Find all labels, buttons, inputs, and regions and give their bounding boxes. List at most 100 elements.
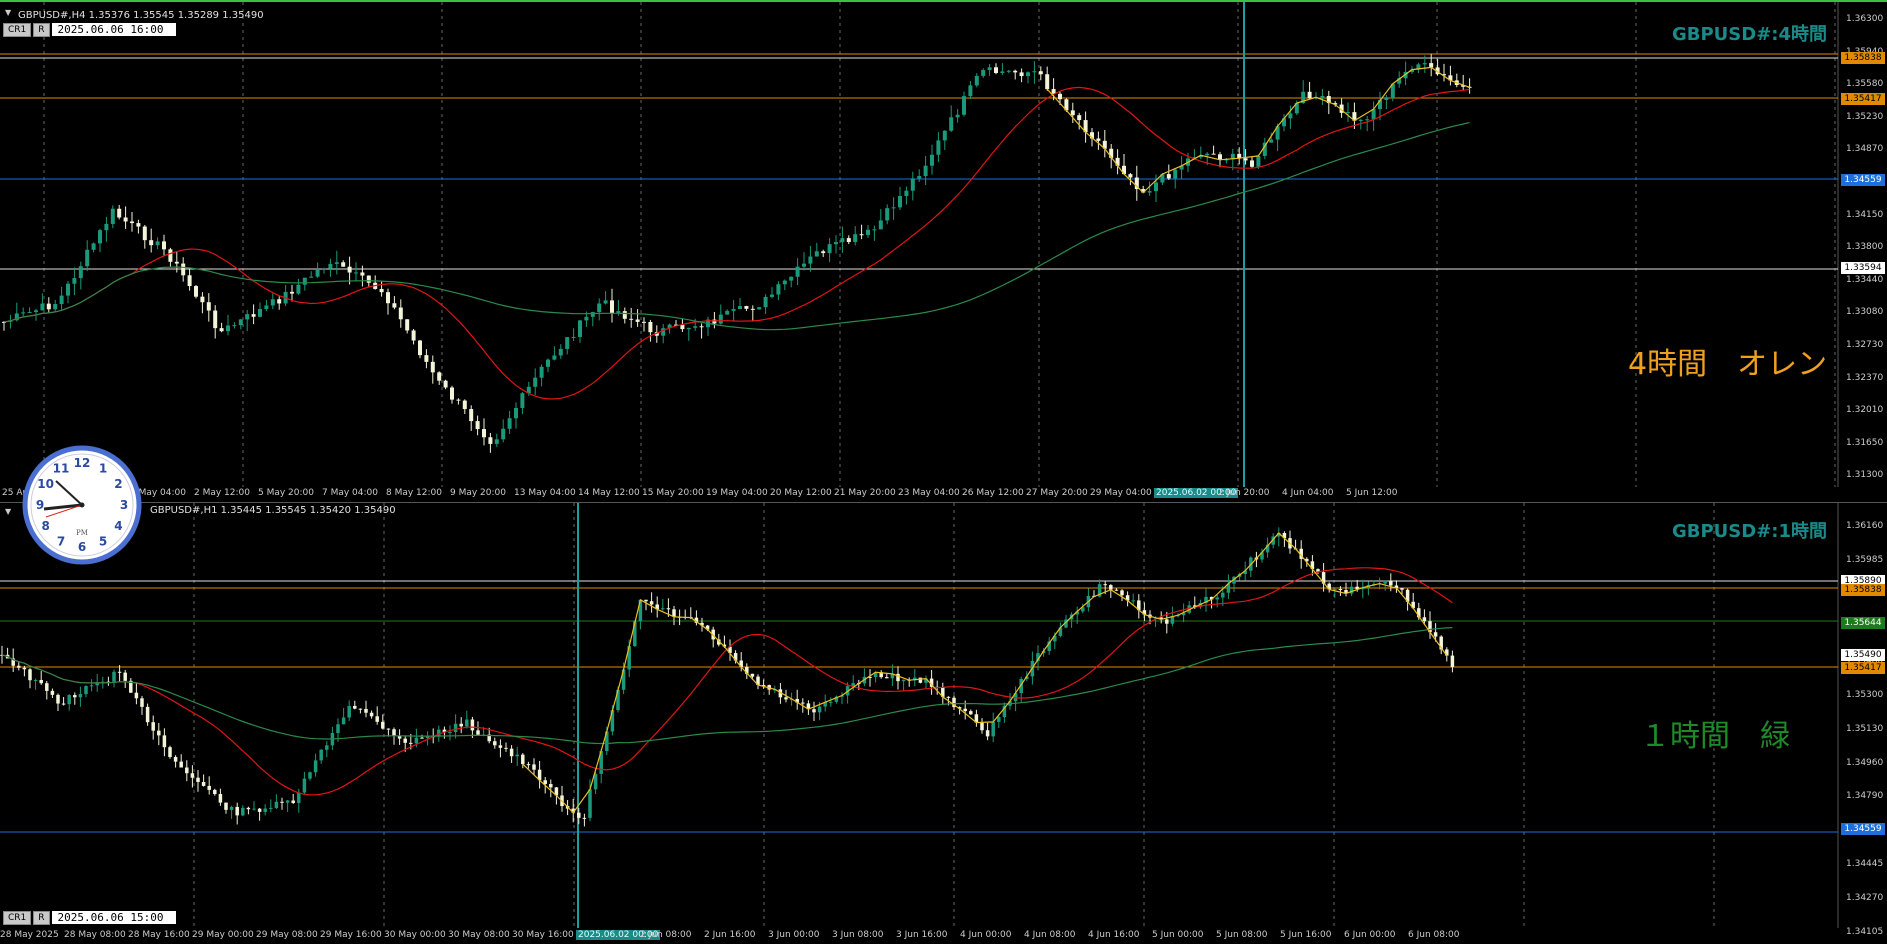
- candle-body: [1422, 63, 1427, 65]
- candle-body: [686, 327, 691, 330]
- price-tag: 1.35417: [1841, 662, 1885, 674]
- candle-body: [213, 789, 217, 795]
- candle-body: [1077, 115, 1082, 121]
- h4-chart-pane[interactable]: ▼ GBPUSD#,H4 1.35376 1.35545 1.35289 1.3…: [0, 0, 1887, 500]
- candle-body: [336, 724, 340, 734]
- candle-body: [302, 778, 307, 793]
- candle-body: [901, 679, 906, 682]
- candle-body: [1019, 72, 1024, 77]
- candle-body: [17, 665, 21, 668]
- candle-body: [936, 140, 941, 155]
- candle-body: [84, 686, 88, 695]
- candle-body: [898, 196, 902, 208]
- candle-body: [145, 706, 150, 723]
- candle-body: [878, 220, 883, 230]
- candle-body: [1026, 72, 1030, 77]
- clock-number: 2: [114, 477, 122, 491]
- clock-number: 7: [57, 534, 65, 548]
- price-tag: 1.35490: [1841, 649, 1885, 661]
- candle-body: [1307, 91, 1312, 99]
- candle-body: [588, 789, 592, 818]
- candle-body: [549, 784, 553, 788]
- candle-body: [104, 223, 109, 231]
- candle-body: [969, 711, 973, 715]
- h1-date-box[interactable]: 2025.06.06 15:00: [51, 911, 176, 924]
- candle-body: [218, 794, 223, 803]
- candle-body: [994, 67, 998, 74]
- h4-chart-canvas[interactable]: [0, 2, 1887, 500]
- candle-body: [190, 773, 195, 778]
- candle-body: [246, 807, 251, 810]
- clock-number: 5: [99, 534, 107, 548]
- candle-body: [53, 304, 58, 310]
- time-axis-label: 27 May 20:00: [1026, 488, 1088, 498]
- candle-body: [590, 312, 595, 317]
- candle-body: [963, 708, 967, 712]
- candle-body: [817, 706, 822, 713]
- candle-body: [354, 272, 358, 274]
- cr1-button[interactable]: CR1: [3, 23, 32, 37]
- candle-body: [78, 266, 83, 279]
- h1-chart-pane[interactable]: ▼ GBPUSD#,H1 1.35445 1.35545 1.35420 1.3…: [0, 502, 1887, 944]
- candle-body: [22, 667, 27, 670]
- price-tag: 1.35838: [1841, 584, 1885, 596]
- candle-body: [66, 283, 70, 296]
- candle-body: [802, 263, 806, 267]
- candle-body: [110, 208, 115, 224]
- clock-number: 11: [53, 462, 70, 476]
- candle-body: [263, 808, 267, 812]
- candle-body: [812, 709, 816, 713]
- candle-body: [866, 229, 870, 236]
- candle-body: [712, 319, 717, 324]
- candle-body: [341, 717, 346, 725]
- candle-body: [470, 719, 475, 731]
- candle-body: [27, 311, 32, 313]
- h4-date-box[interactable]: 2025.06.06 16:00: [51, 23, 176, 36]
- time-axis-label: 2 Jun 20:00: [1218, 488, 1270, 498]
- collapse-arrow-icon[interactable]: ▼: [5, 507, 15, 517]
- time-axis-label: 4 Jun 08:00: [1024, 930, 1076, 940]
- candle-body: [40, 303, 45, 311]
- price-axis-label: 1.36300: [1846, 14, 1884, 24]
- candle-body: [578, 320, 582, 337]
- candle-body: [50, 690, 55, 695]
- slow-ma-line: [1, 627, 1453, 745]
- h1-chart-canvas[interactable]: [0, 503, 1887, 944]
- candle-body: [194, 286, 198, 297]
- candle-body: [980, 722, 984, 731]
- candle-body: [1032, 71, 1037, 73]
- price-axis-label: 1.35985: [1846, 554, 1884, 565]
- candle-body: [1288, 113, 1293, 119]
- time-axis-label: 4 Jun 00:00: [960, 930, 1012, 940]
- candle-body: [644, 599, 648, 602]
- h1-toolbar: CR1 R 2025.06.06 15:00: [3, 911, 176, 925]
- candle-body: [130, 221, 134, 224]
- candle-body: [117, 208, 122, 218]
- candle-body: [39, 679, 43, 684]
- r-button[interactable]: R: [33, 23, 50, 37]
- candle-body: [872, 229, 877, 231]
- time-axis-label: 3 Jun 00:00: [768, 930, 820, 940]
- candle-body: [821, 251, 826, 254]
- candle-body: [718, 314, 723, 324]
- candle-body: [168, 249, 173, 262]
- clock-number: 1: [99, 462, 107, 476]
- candle-body: [162, 735, 167, 748]
- collapse-arrow-icon[interactable]: ▼: [5, 8, 15, 18]
- candle-body: [493, 741, 497, 746]
- candle-body: [67, 695, 71, 705]
- r-button[interactable]: R: [33, 911, 50, 925]
- candle-body: [629, 318, 634, 320]
- candle-body: [891, 207, 896, 209]
- candle-body: [1433, 632, 1438, 637]
- candle-body: [142, 226, 147, 241]
- candle-body: [1389, 580, 1393, 586]
- cr1-button[interactable]: CR1: [3, 911, 32, 925]
- candle-body: [258, 309, 262, 317]
- candle-body: [89, 685, 94, 687]
- price-axis-label: 1.34870: [1846, 144, 1884, 155]
- candle-body: [532, 764, 536, 770]
- candle-body: [1333, 589, 1337, 591]
- candle-body: [526, 764, 531, 766]
- price-axis-label: 1.34960: [1846, 757, 1884, 768]
